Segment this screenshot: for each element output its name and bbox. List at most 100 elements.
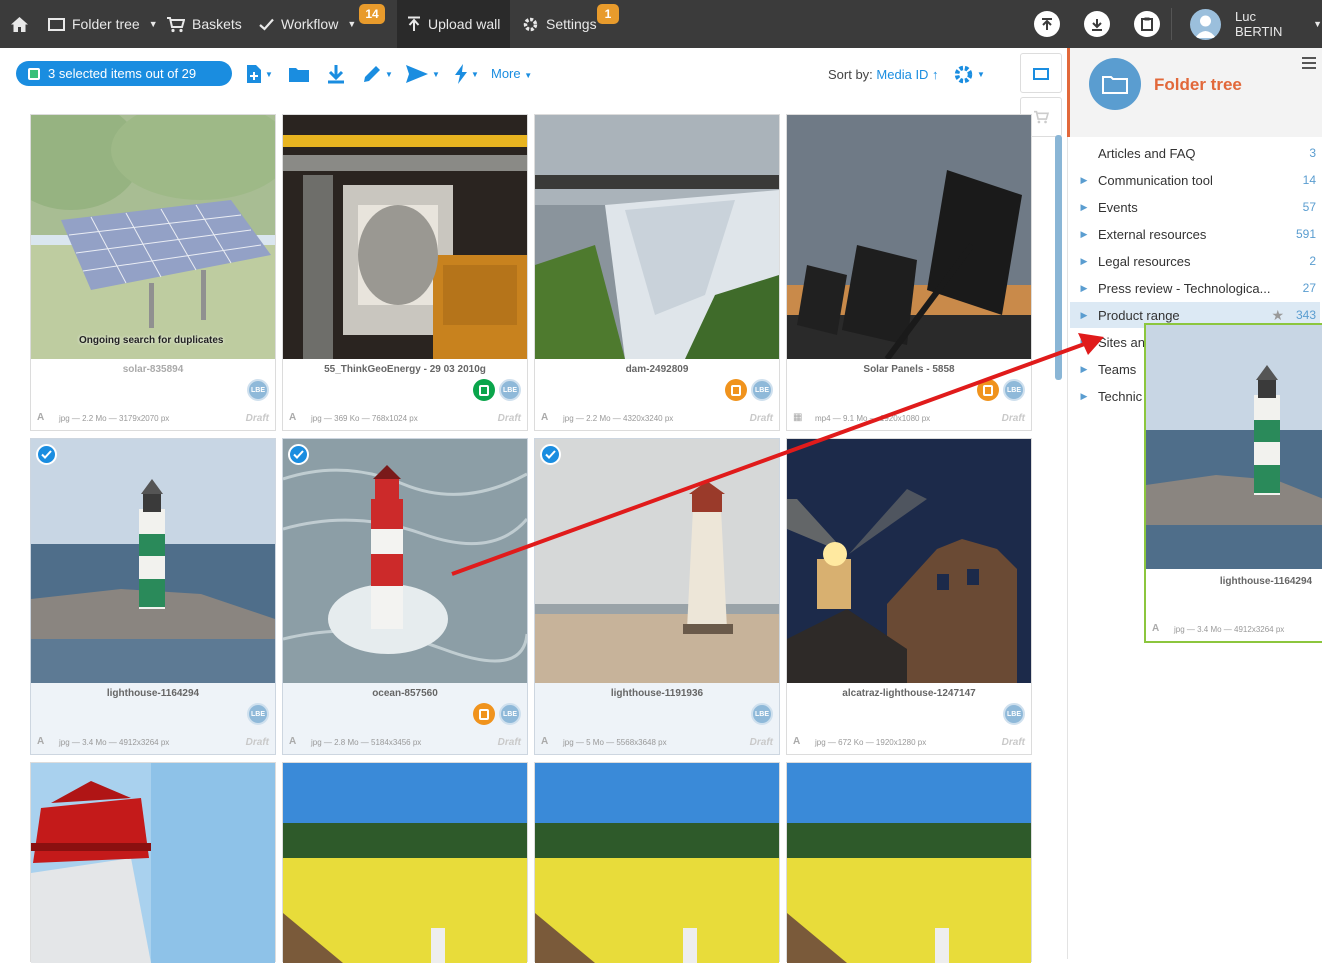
- selection-count-pill[interactable]: 3 selected items out of 29: [16, 61, 232, 86]
- image-type-icon: A: [541, 736, 549, 747]
- expand-arrow-icon[interactable]: ▶: [1070, 337, 1098, 348]
- media-card[interactable]: [30, 762, 276, 963]
- selected-check-icon[interactable]: [288, 444, 309, 465]
- expand-arrow-icon[interactable]: ▶: [1070, 229, 1098, 240]
- selection-count-label: 3 selected items out of 29: [48, 66, 197, 81]
- download-button[interactable]: [327, 62, 345, 86]
- nav-folder-tree[interactable]: Folder tree ▼: [48, 0, 158, 48]
- panel-title: Folder tree: [1154, 75, 1242, 94]
- avatar[interactable]: [1190, 9, 1221, 40]
- view-settings-button[interactable]: ▼: [953, 62, 985, 86]
- expand-arrow-icon[interactable]: ▶: [1070, 391, 1098, 402]
- media-card[interactable]: [534, 762, 780, 963]
- tree-item-articles[interactable]: Articles and FAQ 3: [1070, 140, 1320, 166]
- owner-badge: LBE: [1003, 379, 1025, 401]
- image-type-icon: A: [289, 736, 297, 747]
- tree-item-label: Technic: [1098, 388, 1143, 404]
- media-card[interactable]: ocean-857560 LBE A jpg — 2.8 Mo — 5184x3…: [282, 438, 528, 755]
- drag-preview-caption: lighthouse-1164294: [1219, 576, 1313, 587]
- folder-button[interactable]: [288, 62, 310, 86]
- thumbnail-solar-panels-video: [787, 115, 1031, 359]
- selected-check-icon[interactable]: [36, 444, 57, 465]
- card-meta: jpg — 2.8 Mo — 5184x3456 px: [311, 738, 422, 747]
- thumbnail-rapeseed-field: [283, 763, 527, 963]
- top-navigation-bar: Folder tree ▼ Baskets Workflow ▼ 14 Uplo…: [0, 0, 1322, 48]
- video-type-icon: ▦: [793, 412, 803, 423]
- tree-item-label: Press review - Technologica...: [1098, 280, 1271, 296]
- nav-workflow-label: Workflow: [281, 16, 339, 32]
- card-meta: jpg — 369 Ko — 768x1024 px: [311, 414, 418, 423]
- tree-item-communication[interactable]: ▶ Communication tool 14: [1070, 167, 1320, 193]
- scrollbar[interactable]: [1055, 135, 1062, 380]
- owner-badge: LBE: [751, 379, 773, 401]
- card-meta: mp4 — 9.1 Mo — 1920x1080 px: [815, 414, 931, 423]
- expand-arrow-icon[interactable]: ▶: [1070, 202, 1098, 213]
- card-caption: alcatraz-lighthouse-1247147: [842, 688, 976, 699]
- home-button[interactable]: [10, 0, 29, 48]
- tree-item-count: 57: [1302, 200, 1316, 214]
- tree-item-legal[interactable]: ▶ Legal resources 2: [1070, 248, 1320, 274]
- expand-arrow-icon[interactable]: ▶: [1070, 175, 1098, 186]
- media-card[interactable]: lighthouse-1164294 LBE A jpg — 3.4 Mo — …: [30, 438, 276, 755]
- chevron-down-icon: ▼: [148, 19, 158, 29]
- star-icon[interactable]: ★: [1271, 307, 1284, 324]
- card-meta: jpg — 2.2 Mo — 4320x3240 px: [563, 414, 674, 423]
- card-meta: jpg — 2.2 Mo — 3179x2070 px: [59, 414, 170, 423]
- drag-preview-thumbnail: [1146, 325, 1322, 569]
- tree-item-label: Legal resources: [1098, 253, 1191, 269]
- tree-item-press-review[interactable]: ▶ Press review - Technologica... 27: [1070, 275, 1320, 301]
- more-menu[interactable]: More ▼: [491, 66, 532, 81]
- media-card[interactable]: Solar Panels - 5858 LBE ▦ mp4 — 9.1 Mo —…: [786, 114, 1032, 431]
- media-card[interactable]: [282, 762, 528, 963]
- folder-outline-icon: [1033, 67, 1049, 80]
- expand-arrow-icon[interactable]: ▶: [1070, 364, 1098, 375]
- card-caption: ocean-857560: [372, 688, 438, 699]
- card-caption: 55_ThinkGeoEnergy - 29 03 2010g: [324, 364, 486, 375]
- media-card[interactable]: dam-2492809 LBE A jpg — 2.2 Mo — 4320x32…: [534, 114, 780, 431]
- expand-arrow-icon[interactable]: ▶: [1070, 256, 1098, 267]
- tree-item-count: 343: [1295, 308, 1316, 322]
- tree-item-label: External resources: [1098, 226, 1207, 242]
- nav-baskets[interactable]: Baskets: [166, 0, 242, 48]
- folder-panel-toggle[interactable]: [1020, 53, 1062, 93]
- expand-arrow-icon[interactable]: ▶: [1070, 283, 1098, 294]
- gear-icon: [954, 65, 973, 83]
- nav-upload-wall[interactable]: Upload wall: [397, 0, 510, 48]
- menu-icon[interactable]: [1302, 57, 1316, 72]
- chevron-down-icon: ▼: [524, 71, 533, 80]
- upload-icon: [1042, 17, 1052, 30]
- card-meta: jpg — 5 Mo — 5568x3648 px: [563, 738, 667, 747]
- sort-prefix: Sort by:: [828, 67, 873, 82]
- checkmark-icon: [259, 18, 274, 31]
- user-menu[interactable]: Luc BERTIN ▼: [1235, 0, 1322, 48]
- media-card[interactable]: alcatraz-lighthouse-1247147 LBE A jpg — …: [786, 438, 1032, 755]
- sort-selector[interactable]: Sort by: Media ID ↑: [828, 67, 939, 82]
- card-caption: lighthouse-1191936: [610, 688, 704, 699]
- nav-workflow[interactable]: Workflow ▼: [259, 0, 356, 48]
- expand-arrow-icon[interactable]: ▶: [1070, 310, 1098, 321]
- media-card[interactable]: [786, 762, 1032, 963]
- status-badge: Draft: [245, 737, 269, 748]
- media-card[interactable]: 55_ThinkGeoEnergy - 29 03 2010g LBE A jp…: [282, 114, 528, 431]
- upload-quick-button[interactable]: [1034, 11, 1060, 37]
- clipboard-quick-button[interactable]: [1134, 11, 1160, 37]
- send-icon: [406, 65, 428, 83]
- upload-icon: [408, 16, 420, 31]
- actions-button[interactable]: ▼: [454, 62, 479, 86]
- card-caption: dam-2492809: [625, 364, 689, 375]
- card-caption: Solar Panels - 5858: [863, 364, 955, 375]
- add-file-button[interactable]: ▼: [246, 62, 273, 86]
- download-quick-button[interactable]: [1084, 11, 1110, 37]
- media-card[interactable]: Ongoing search for duplicates solar-8358…: [30, 114, 276, 431]
- sort-value: Media ID ↑: [876, 67, 939, 82]
- tree-item-external[interactable]: ▶ External resources 591: [1070, 221, 1320, 247]
- workflow-status-icon: [473, 379, 495, 401]
- tree-item-count: 2: [1309, 254, 1316, 268]
- chevron-down-icon: ▼: [385, 69, 393, 79]
- nav-settings[interactable]: Settings: [522, 0, 597, 48]
- send-button[interactable]: ▼: [405, 62, 440, 86]
- media-card[interactable]: lighthouse-1191936 LBE A jpg — 5 Mo — 55…: [534, 438, 780, 755]
- selected-check-icon[interactable]: [540, 444, 561, 465]
- edit-button[interactable]: ▼: [362, 62, 393, 86]
- tree-item-events[interactable]: ▶ Events 57: [1070, 194, 1320, 220]
